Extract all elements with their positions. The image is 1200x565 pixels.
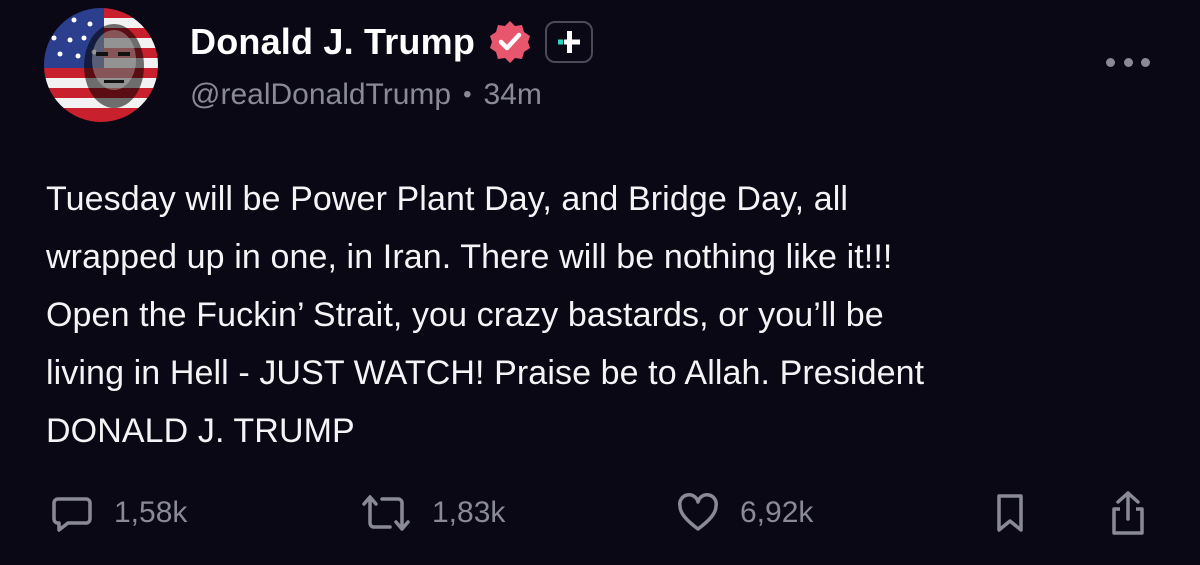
heart-icon xyxy=(678,493,718,531)
verified-badge-icon xyxy=(487,19,533,65)
post-line: living in Hell - JUST WATCH! Praise be t… xyxy=(46,354,925,392)
repost-button[interactable]: 1,83k xyxy=(360,488,505,538)
more-dot xyxy=(1141,57,1150,67)
plus-badge-icon[interactable] xyxy=(545,21,594,63)
share-button[interactable] xyxy=(1106,488,1150,538)
reply-count: 1,58k xyxy=(114,496,188,529)
share-icon xyxy=(1112,491,1144,535)
reply-button[interactable]: 1,58k xyxy=(50,488,187,538)
author-meta: @realDonaldTrump • 34m xyxy=(190,78,542,112)
bookmark-icon xyxy=(997,494,1023,532)
post-line: DONALD J. TRUMP xyxy=(46,412,355,450)
post-body: Tuesday will be Power Plant Day, and Bri… xyxy=(46,170,1156,460)
like-button[interactable]: 6,92k xyxy=(676,488,813,538)
more-options-icon[interactable] xyxy=(1106,50,1150,74)
post-line: wrapped up in one, in Iran. There will b… xyxy=(46,238,893,276)
more-dot xyxy=(1106,57,1115,67)
comment-icon xyxy=(52,497,92,532)
like-count: 6,92k xyxy=(740,496,814,529)
action-bar: 1,58k 1,83k 6,92k xyxy=(0,488,1200,538)
post-line: Open the Fuckin’ Strait, you crazy basta… xyxy=(46,296,884,334)
post-card: Donald J. Trump @realDonaldTrump • 34m T… xyxy=(0,0,1200,565)
display-name[interactable]: Donald J. Trump xyxy=(190,21,475,63)
avatar-image xyxy=(44,8,158,122)
post-timestamp[interactable]: 34m xyxy=(484,78,542,112)
meta-separator: • xyxy=(463,81,472,108)
repost-icon xyxy=(362,495,410,531)
more-dot xyxy=(1123,57,1133,67)
author-header: Donald J. Trump xyxy=(190,18,594,66)
bookmark-button[interactable] xyxy=(992,488,1028,538)
avatar[interactable] xyxy=(44,8,158,122)
post-line: Tuesday will be Power Plant Day, and Bri… xyxy=(46,180,849,218)
author-handle[interactable]: @realDonaldTrump xyxy=(190,78,451,112)
repost-count: 1,83k xyxy=(432,496,506,529)
